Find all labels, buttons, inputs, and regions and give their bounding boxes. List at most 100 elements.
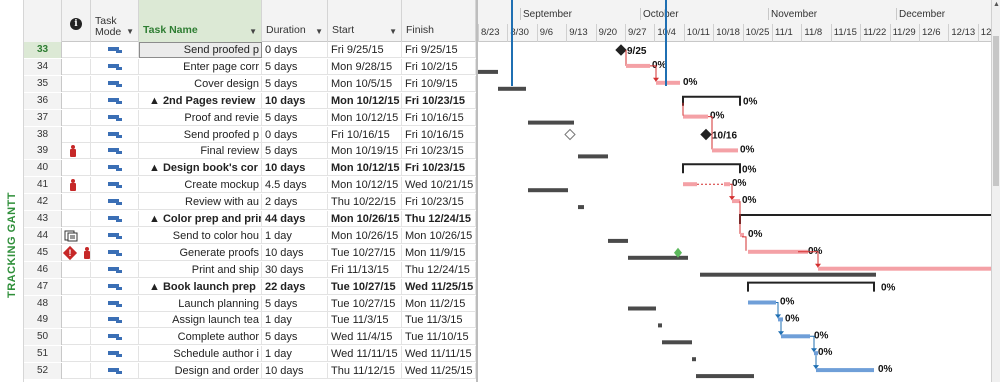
task-name-cell[interactable]: Launch planning bbox=[139, 295, 262, 312]
task-name-cell[interactable]: ▲ Color prep and print bbox=[139, 211, 262, 227]
row-id-cell[interactable]: 38 bbox=[24, 126, 62, 143]
finish-cell[interactable]: Fri 10/23/15 bbox=[402, 194, 476, 211]
chevron-down-icon[interactable]: ▼ bbox=[249, 27, 257, 36]
duration-cell[interactable]: 5 days bbox=[262, 109, 328, 126]
task-name-cell[interactable]: Print and ship bbox=[139, 261, 262, 278]
task-name-cell[interactable]: Proof and revie bbox=[139, 109, 262, 126]
duration-cell[interactable]: 10 days bbox=[262, 363, 328, 380]
row-id-cell[interactable]: 36 bbox=[24, 92, 62, 109]
table-row[interactable]: 35 Cover design 5 days Mon 10/5/15 Fri 10/9/… bbox=[24, 75, 476, 92]
task-mode-cell[interactable] bbox=[91, 261, 139, 278]
resource-overallocated-icon[interactable] bbox=[84, 246, 90, 259]
task-name-cell[interactable]: Send to color hou bbox=[139, 227, 262, 244]
finish-cell[interactable]: Fri 10/16/15 bbox=[402, 126, 476, 143]
start-cell[interactable]: Wed 11/11/15 bbox=[328, 346, 402, 363]
indicators-cell[interactable] bbox=[62, 75, 91, 92]
start-cell[interactable]: Tue 10/27/15 bbox=[328, 295, 402, 312]
start-cell[interactable]: Mon 10/26/15 bbox=[328, 211, 402, 227]
start-cell[interactable]: Fri 10/16/15 bbox=[328, 126, 402, 143]
table-row[interactable]: 33 Send proofed p0 days Fri 9/25/15 Fri 9/2… bbox=[24, 42, 476, 58]
table-row[interactable]: 40 ▲ Design book's cor 10 days Mon 10/12/15… bbox=[24, 160, 476, 177]
finish-cell[interactable]: Fri 9/25/15 bbox=[402, 42, 476, 58]
task-mode-cell[interactable] bbox=[91, 160, 139, 177]
row-id-cell[interactable]: 41 bbox=[24, 177, 62, 194]
finish-cell[interactable]: Thu 12/24/15 bbox=[402, 211, 476, 227]
duration-cell[interactable]: 2 days bbox=[262, 194, 328, 211]
duration-cell[interactable]: 22 days bbox=[262, 278, 328, 295]
task-name-cell[interactable]: Design and order bbox=[139, 363, 262, 380]
start-cell[interactable]: Thu 11/12/15 bbox=[328, 363, 402, 380]
finish-cell[interactable]: Fri 10/23/15 bbox=[402, 160, 476, 177]
finish-cell[interactable]: Mon 11/9/15 bbox=[402, 244, 476, 261]
indicators-cell[interactable] bbox=[62, 278, 91, 295]
start-cell[interactable]: Tue 10/27/15 bbox=[328, 278, 402, 295]
task-name-cell[interactable]: Final review bbox=[139, 143, 262, 160]
column-header-task-mode[interactable]: Task Mode ▼ bbox=[91, 0, 139, 42]
finish-cell[interactable]: Fri 10/9/15 bbox=[402, 75, 476, 92]
row-id-cell[interactable]: 51 bbox=[24, 346, 62, 363]
timescale-header[interactable]: September October November December 8/23… bbox=[478, 0, 991, 42]
indicators-cell[interactable] bbox=[62, 363, 91, 380]
indicators-cell[interactable] bbox=[62, 211, 91, 227]
row-id-cell[interactable]: 44 bbox=[24, 227, 62, 244]
task-mode-cell[interactable] bbox=[91, 363, 139, 380]
table-row[interactable]: 48 Launch planning 5 days Tue 10/27/15 Mon 1… bbox=[24, 295, 476, 312]
task-name-cell[interactable]: Generate proofs bbox=[139, 244, 262, 261]
task-name-cell[interactable]: Create mockup bbox=[139, 177, 262, 194]
task-mode-cell[interactable] bbox=[91, 42, 139, 58]
task-name-cell[interactable]: Send proofed p bbox=[139, 126, 262, 143]
scroll-up-arrow-icon[interactable]: ▲ bbox=[992, 0, 1000, 10]
start-cell[interactable]: Mon 9/28/15 bbox=[328, 58, 402, 75]
start-cell[interactable]: Mon 10/12/15 bbox=[328, 109, 402, 126]
indicators-cell[interactable] bbox=[62, 126, 91, 143]
task-name-cell[interactable]: Assign launch tea bbox=[139, 312, 262, 329]
view-side-tab[interactable]: TRACKING GANTT bbox=[0, 0, 24, 382]
task-name-cell[interactable]: ▲ Book launch prep bbox=[139, 278, 262, 295]
row-id-cell[interactable]: 46 bbox=[24, 261, 62, 278]
task-name-cell[interactable]: Review with au bbox=[139, 194, 262, 211]
start-cell[interactable]: Mon 10/26/15 bbox=[328, 227, 402, 244]
indicators-cell[interactable] bbox=[62, 261, 91, 278]
start-cell[interactable]: Fri 11/13/15 bbox=[328, 261, 402, 278]
indicators-cell[interactable] bbox=[62, 42, 91, 58]
duration-cell[interactable]: 1 day bbox=[262, 346, 328, 363]
duration-cell[interactable]: 1 day bbox=[262, 312, 328, 329]
row-id-cell[interactable]: 37 bbox=[24, 109, 62, 126]
start-cell[interactable]: Mon 10/19/15 bbox=[328, 143, 402, 160]
task-name-cell[interactable]: ▲ Design book's cor bbox=[139, 160, 262, 177]
row-id-cell[interactable]: 33 bbox=[24, 42, 62, 58]
indicators-cell[interactable] bbox=[62, 160, 91, 177]
row-id-cell[interactable]: 40 bbox=[24, 160, 62, 177]
table-row[interactable]: 43 ▲ Color prep and print 44 days Mon 10/26… bbox=[24, 211, 476, 227]
column-header-task-name[interactable]: Task Name ▼ bbox=[139, 0, 262, 42]
task-mode-cell[interactable] bbox=[91, 329, 139, 346]
task-name-cell[interactable]: Schedule author i bbox=[139, 346, 262, 363]
resource-overallocated-icon[interactable] bbox=[70, 145, 76, 158]
table-row[interactable]: 39 Final review 5 days Mon 10/19/15 Fri 10/2… bbox=[24, 143, 476, 160]
row-id-cell[interactable]: 43 bbox=[24, 211, 62, 227]
table-row[interactable]: 41 Create mockup 4.5 days Mon 10/12/15 Wed 1… bbox=[24, 177, 476, 194]
task-mode-cell[interactable] bbox=[91, 312, 139, 329]
vertical-scrollbar[interactable]: ▲ bbox=[991, 0, 1000, 382]
table-row[interactable]: 51 Schedule author i1 day Wed 11/11/15 Wed … bbox=[24, 346, 476, 363]
duration-cell[interactable]: 5 days bbox=[262, 329, 328, 346]
tracking-gantt-chart[interactable]: September October November December 8/23… bbox=[476, 0, 991, 382]
finish-cell[interactable]: Tue 11/10/15 bbox=[402, 329, 476, 346]
chevron-down-icon[interactable]: ▼ bbox=[389, 27, 397, 36]
finish-cell[interactable]: Fri 10/2/15 bbox=[402, 58, 476, 75]
indicators-cell[interactable] bbox=[62, 92, 91, 109]
start-cell[interactable]: Thu 10/22/15 bbox=[328, 194, 402, 211]
table-row[interactable]: 34 Enter page corr 5 days Mon 9/28/15 Fri 10… bbox=[24, 58, 476, 75]
task-mode-cell[interactable] bbox=[91, 278, 139, 295]
finish-cell[interactable]: Tue 11/3/15 bbox=[402, 312, 476, 329]
row-id-cell[interactable]: 39 bbox=[24, 143, 62, 160]
table-row[interactable]: 42 Review with au 2 days Thu 10/22/15 Fri 10… bbox=[24, 194, 476, 211]
finish-cell[interactable]: Wed 11/25/15 bbox=[402, 278, 476, 295]
indicators-cell[interactable] bbox=[62, 143, 91, 160]
task-mode-cell[interactable] bbox=[91, 194, 139, 211]
task-mode-cell[interactable] bbox=[91, 346, 139, 363]
task-mode-cell[interactable] bbox=[91, 109, 139, 126]
task-name-cell[interactable]: Enter page corr bbox=[139, 58, 262, 75]
column-header-duration[interactable]: Duration ▼ bbox=[262, 0, 328, 42]
finish-cell[interactable]: Thu 12/24/15 bbox=[402, 261, 476, 278]
